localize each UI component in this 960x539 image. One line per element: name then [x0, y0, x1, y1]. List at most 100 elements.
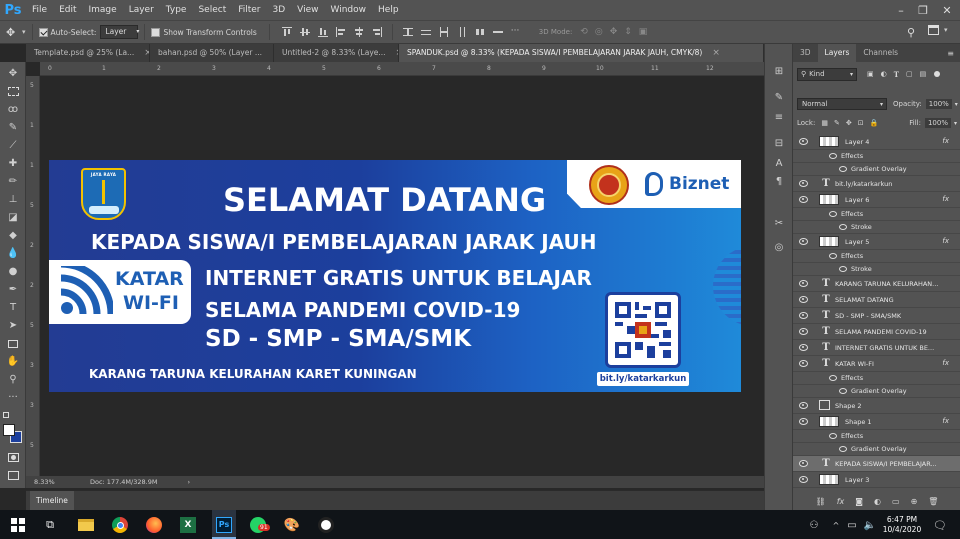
filter-adjustment-icon[interactable]: ◐	[881, 70, 887, 78]
chevron-down-icon[interactable]: ▾	[955, 101, 958, 108]
visibility-eye-icon[interactable]	[799, 418, 808, 425]
distribute-top-icon[interactable]	[402, 27, 413, 37]
properties-icon[interactable]: ⊟	[772, 136, 786, 150]
effect-visibility-eye-icon[interactable]	[839, 446, 847, 452]
visibility-eye-icon[interactable]	[799, 238, 808, 245]
eraser-tool-icon[interactable]: ◪	[5, 210, 21, 225]
menu-layer[interactable]: Layer	[123, 0, 160, 20]
rectangle-tool-icon[interactable]	[5, 336, 21, 351]
visibility-eye-icon[interactable]	[799, 360, 808, 367]
close-icon[interactable]: ✕	[936, 0, 958, 20]
visibility-eye-icon[interactable]	[799, 402, 808, 409]
align-hcenter-icon[interactable]	[354, 27, 364, 37]
layer-effect-row[interactable]: Gradient Overlay	[793, 443, 960, 456]
filter-type-icon[interactable]: T	[894, 70, 899, 79]
effect-visibility-eye-icon[interactable]	[829, 433, 837, 439]
fx-badge-icon[interactable]: fx	[942, 237, 949, 245]
align-bottom-icon[interactable]	[317, 27, 328, 37]
layer-effect-row[interactable]: Stroke	[793, 263, 960, 276]
lock-transparent-icon[interactable]: ▦	[821, 119, 828, 127]
foreground-color-swatch[interactable]	[3, 424, 15, 436]
effect-visibility-eye-icon[interactable]	[839, 388, 847, 394]
filter-smart-icon[interactable]: ▤	[920, 70, 927, 78]
menu-image[interactable]: Image	[83, 0, 123, 20]
brush-tool-icon[interactable]: ✏	[5, 174, 21, 189]
layer-row[interactable]: T KATAR WI-FI fx	[793, 356, 960, 372]
menu-window[interactable]: Window	[325, 0, 373, 20]
layer-effect-row[interactable]: Gradient Overlay	[793, 163, 960, 176]
effect-visibility-eye-icon[interactable]	[839, 166, 847, 172]
windows-start-icon[interactable]	[8, 515, 28, 535]
notifications-icon[interactable]: 🗨	[930, 515, 950, 535]
firefox-icon[interactable]	[144, 515, 164, 535]
lock-move-icon[interactable]: ✥	[846, 119, 852, 127]
pen-tool-icon[interactable]: ✒	[5, 282, 21, 297]
layer-row[interactable]: T INTERNET GRATIS UNTUK BE...	[793, 340, 960, 356]
lasso-tool-icon[interactable]: ꝏ	[5, 102, 21, 117]
layer-row[interactable]: Layer 4 fx	[793, 134, 960, 150]
effect-visibility-eye-icon[interactable]	[829, 211, 837, 217]
visibility-eye-icon[interactable]	[799, 138, 808, 145]
chevron-down-icon[interactable]: ▾	[954, 120, 957, 127]
file-explorer-icon[interactable]	[76, 515, 96, 535]
effect-visibility-eye-icon[interactable]	[839, 266, 847, 272]
layer-row[interactable]: Tbit.ly/katarkarkun	[793, 176, 960, 192]
swap-colors-icon[interactable]	[3, 412, 9, 418]
link-layers-icon[interactable]: ⛓	[816, 497, 826, 506]
layer-row[interactable]: T SELAMAT DATANG	[793, 292, 960, 308]
lock-all-icon[interactable]: 🔒	[870, 119, 879, 127]
effect-visibility-eye-icon[interactable]	[829, 375, 837, 381]
distribute-vcenter-icon[interactable]	[420, 27, 431, 37]
fx-badge-icon[interactable]: fx	[942, 417, 949, 425]
orbit-3d-icon[interactable]: ⟲	[580, 27, 588, 37]
new-group-icon[interactable]: ▭	[892, 497, 900, 506]
layer-row[interactable]: T SD - SMP - SMA/SMK	[793, 308, 960, 324]
visibility-eye-icon[interactable]	[799, 196, 808, 203]
more-options-icon[interactable]: ···	[511, 27, 521, 37]
filter-shape-icon[interactable]: ▢	[906, 70, 913, 78]
visibility-eye-icon[interactable]	[799, 180, 808, 187]
effect-visibility-eye-icon[interactable]	[829, 153, 837, 159]
delete-layer-icon[interactable]: 🗑	[928, 497, 938, 506]
align-top-icon[interactable]	[281, 27, 292, 37]
history-icon[interactable]: ⊞	[772, 64, 786, 78]
search-icon[interactable]: ⚲	[907, 26, 915, 39]
filter-toggle-icon[interactable]	[934, 71, 941, 77]
effect-visibility-eye-icon[interactable]	[829, 253, 837, 259]
menu-filter[interactable]: Filter	[232, 0, 266, 20]
align-vcenter-icon[interactable]	[299, 27, 310, 37]
workspace-icon[interactable]	[928, 25, 939, 35]
edit-toolbar-icon[interactable]: ···	[5, 390, 21, 405]
menu-file[interactable]: File	[26, 0, 53, 20]
clone-stamp-icon[interactable]: ⊥	[5, 192, 21, 207]
menu-view[interactable]: View	[291, 0, 324, 20]
tab-channels[interactable]: Channels	[856, 44, 905, 62]
move-tool-icon[interactable]: ✥	[6, 26, 20, 39]
layer-row[interactable]: T KEPADA SISWA/I PEMBELAJAR...	[793, 456, 960, 472]
distribute-bottom-icon[interactable]	[439, 27, 449, 37]
3d-sphere-icon[interactable]: ◎	[772, 240, 786, 254]
layer-row[interactable]: Layer 5 fx	[793, 234, 960, 250]
canvas-area[interactable]: Biznet JAYA RAYA SELAMAT DATANG KEPADA S…	[40, 76, 764, 476]
panel-menu-icon[interactable]: ≡	[947, 49, 954, 58]
tab-layers[interactable]: Layers	[817, 44, 857, 62]
auto-select-dropdown[interactable]: Layer ▾	[100, 25, 139, 39]
transform-controls-checkbox[interactable]	[151, 27, 161, 37]
distribute-left-icon[interactable]	[457, 27, 467, 37]
tool-preset-chevron-icon[interactable]: ▾	[22, 28, 26, 36]
eyedropper-tool-icon[interactable]: ⟋	[5, 138, 21, 153]
lock-paint-icon[interactable]: ✎	[834, 119, 840, 127]
quick-mask-icon[interactable]	[5, 450, 21, 465]
layer-effect-row[interactable]: Effects	[793, 208, 960, 221]
tab-3d[interactable]: 3D	[793, 44, 818, 62]
new-layer-icon[interactable]: ⊕	[911, 497, 918, 506]
visibility-eye-icon[interactable]	[799, 312, 808, 319]
marquee-tool-icon[interactable]	[5, 84, 21, 99]
volume-icon[interactable]: 🔈	[860, 515, 880, 535]
restore-icon[interactable]: ❐	[912, 0, 934, 20]
layer-effect-row[interactable]: Gradient Overlay	[793, 385, 960, 398]
fx-badge-icon[interactable]: fx	[942, 195, 949, 203]
photoshop-taskbar-icon[interactable]: Ps	[212, 510, 236, 539]
menu-type[interactable]: Type	[160, 0, 193, 20]
quick-select-tool-icon[interactable]: ✎	[5, 120, 21, 135]
